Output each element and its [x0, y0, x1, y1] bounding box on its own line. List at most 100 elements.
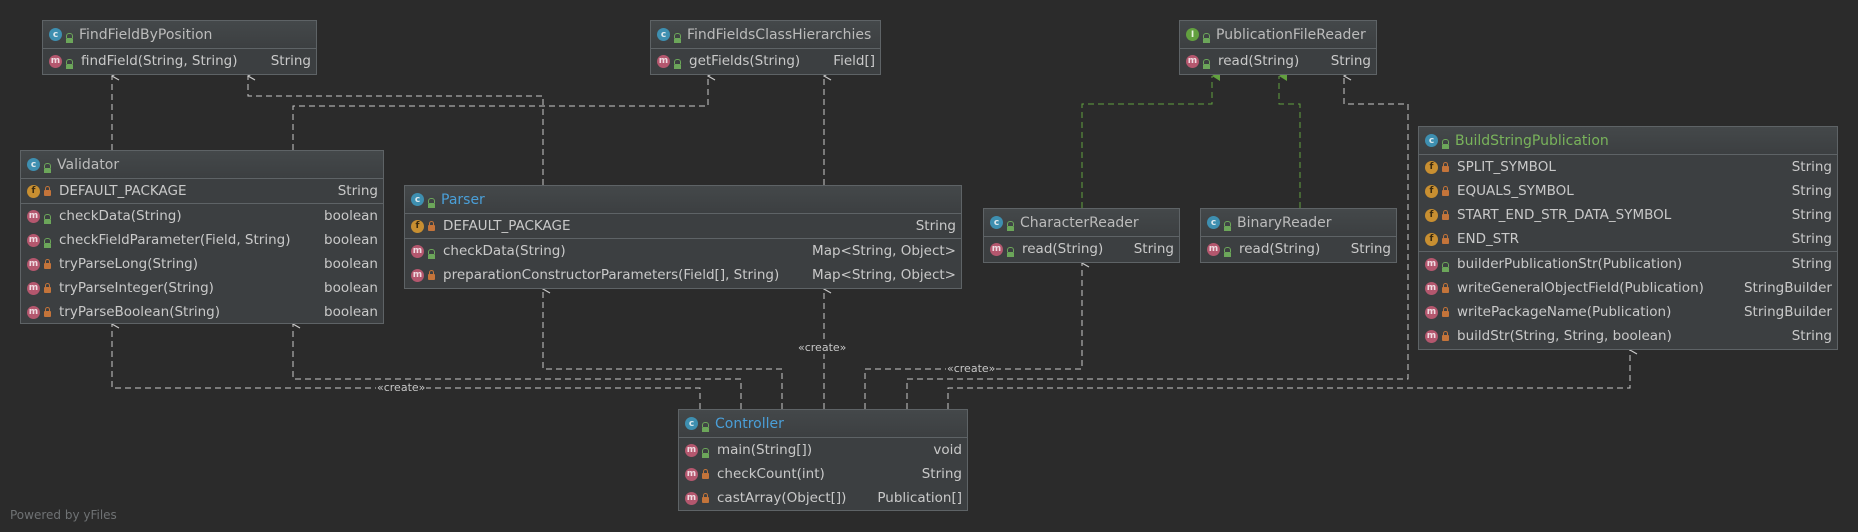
field-row[interactable]: f START_END_STR_DATA_SYMBOL String [1419, 203, 1837, 227]
public-icon [674, 32, 681, 43]
member-name: tryParseBoolean(String) [59, 304, 221, 320]
class-name: FindFieldsClassHierarchies [687, 26, 872, 43]
public-icon [674, 59, 681, 69]
interface-publicationfilereader[interactable]: I PublicationFileReader m read(String) Stri… [1179, 20, 1377, 75]
class-name: FindFieldByPosition [79, 26, 213, 43]
method-icon: m [685, 467, 698, 481]
class-name: BinaryReader [1237, 214, 1332, 231]
method-row[interactable]: m writeGeneralObjectField(Publication) Str… [1419, 276, 1837, 300]
method-icon: m [27, 257, 40, 271]
method-icon: m [27, 209, 40, 223]
class-binaryreader[interactable]: c BinaryReader m read(String) String [1200, 208, 1397, 263]
public-icon [1007, 247, 1014, 257]
class-parser[interactable]: c Parser f DEFAULT_PACKAGE String m checkDat… [404, 185, 962, 289]
field-row[interactable]: f DEFAULT_PACKAGE String [21, 179, 383, 203]
field-row[interactable]: f EQUALS_SYMBOL String [1419, 179, 1837, 203]
method-row[interactable]: m builderPublicationStr(Publication) Strin… [1419, 252, 1837, 276]
method-row[interactable]: m read(String) String [1201, 237, 1396, 261]
member-name: main(String[]) [717, 442, 813, 458]
method-icon: m [1186, 54, 1199, 68]
private-icon [1442, 161, 1449, 172]
field-icon: f [1425, 160, 1438, 174]
dep-controller-validator [293, 324, 742, 409]
member-type: String [915, 218, 956, 234]
method-icon: m [411, 244, 424, 258]
member-name: checkCount(int) [717, 466, 825, 482]
public-icon [1007, 220, 1014, 231]
member-name: read(String) [1022, 241, 1104, 257]
public-icon [66, 32, 73, 43]
private-icon [1442, 209, 1449, 220]
method-icon: m [1425, 305, 1438, 319]
method-icon: m [49, 54, 62, 68]
class-icon: c [990, 216, 1003, 229]
member-name: DEFAULT_PACKAGE [443, 218, 571, 234]
private-icon [44, 185, 51, 196]
class-characterreader[interactable]: c CharacterReader m read(String) String [983, 208, 1180, 263]
dep-controller-validator-create [112, 324, 701, 409]
method-row[interactable]: m getFields(String) Field[] [651, 49, 880, 73]
member-type: String [1791, 159, 1832, 175]
private-icon [702, 468, 709, 479]
member-name: DEFAULT_PACKAGE [59, 183, 187, 199]
member-type: String [1350, 241, 1391, 257]
class-icon: c [1425, 134, 1438, 147]
member-type: boolean [324, 208, 378, 224]
dep-validator-findfieldsclasshierarchies [292, 76, 708, 150]
method-row[interactable]: m main(String[]) void [679, 438, 967, 462]
public-icon [44, 214, 51, 224]
dep-controller-parser [543, 289, 783, 409]
create-label: «create» [946, 362, 997, 375]
method-icon: m [1425, 281, 1438, 295]
method-row[interactable]: m checkCount(int) String [679, 462, 967, 486]
method-row[interactable]: m checkData(String) Map<String, Object> [405, 239, 961, 263]
member-type: String [1791, 231, 1832, 247]
field-row[interactable]: f DEFAULT_PACKAGE String [405, 214, 961, 238]
method-row[interactable]: m read(String) String [984, 237, 1179, 261]
method-row[interactable]: m tryParseInteger(String) boolean [21, 276, 383, 300]
method-row[interactable]: m read(String) String [1180, 49, 1376, 73]
member-type: String [1791, 328, 1832, 344]
member-type: boolean [324, 280, 378, 296]
field-icon: f [1425, 232, 1438, 246]
class-icon: c [1207, 216, 1220, 229]
private-icon [1442, 330, 1449, 341]
class-icon: c [657, 28, 670, 41]
method-icon: m [1207, 242, 1220, 256]
member-name: checkData(String) [443, 243, 566, 259]
method-icon: m [27, 305, 40, 319]
method-row[interactable]: m tryParseBoolean(String) boolean [21, 300, 383, 324]
method-icon: m [27, 281, 40, 295]
public-icon [428, 197, 435, 208]
field-row[interactable]: f SPLIT_SYMBOL String [1419, 155, 1837, 179]
member-name: START_END_STR_DATA_SYMBOL [1457, 207, 1672, 223]
member-name: checkData(String) [59, 208, 182, 224]
method-row[interactable]: m castArray(Object[]) Publication[] [679, 486, 967, 510]
member-type: boolean [324, 256, 378, 272]
impl-binaryreader [1278, 71, 1301, 208]
member-name: SPLIT_SYMBOL [1457, 159, 1556, 175]
field-icon: f [27, 184, 40, 198]
method-icon: m [685, 491, 698, 505]
private-icon [428, 269, 435, 280]
method-row[interactable]: m tryParseLong(String) boolean [21, 252, 383, 276]
method-row[interactable]: m preparationConstructorParameters(Field[… [405, 263, 961, 287]
method-row[interactable]: m checkData(String) boolean [21, 204, 383, 228]
public-icon [1442, 138, 1449, 149]
class-findfieldsclasshierarchies[interactable]: c FindFieldsClassHierarchies m getFields(S… [650, 20, 881, 75]
field-row[interactable]: f END_STR String [1419, 227, 1837, 251]
method-row[interactable]: m buildStr(String, String, boolean) String [1419, 324, 1837, 348]
member-type: StringBuilder [1743, 280, 1832, 296]
private-icon [44, 306, 51, 317]
private-icon [1442, 233, 1449, 244]
method-row[interactable]: m checkFieldParameter(Field, String) boole… [21, 228, 383, 252]
class-controller[interactable]: c Controller m main(String[]) void m checkCo… [678, 409, 968, 511]
class-findfieldbyposition[interactable]: c FindFieldByPosition m findField(String, … [42, 20, 317, 75]
method-row[interactable]: m findField(String, String) String [43, 49, 316, 73]
member-name: read(String) [1239, 241, 1321, 257]
public-icon [1442, 262, 1449, 272]
class-validator[interactable]: c Validator f DEFAULT_PACKAGE String m check… [20, 150, 384, 324]
class-buildstringpublication[interactable]: c BuildStringPublication f SPLIT_SYMBOL Str… [1418, 126, 1838, 350]
public-icon [66, 59, 73, 69]
method-row[interactable]: m writePackageName(Publication) StringBuil… [1419, 300, 1837, 324]
